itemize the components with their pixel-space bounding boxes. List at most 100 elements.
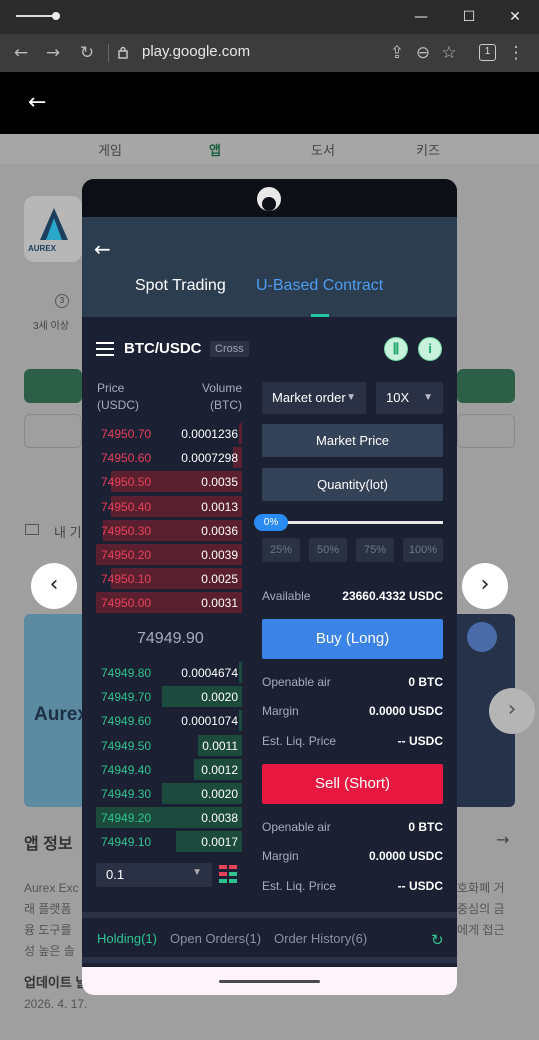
sell-short-button[interactable]: Sell (Short)	[262, 764, 443, 804]
ask-volume: 0.0035	[201, 475, 238, 490]
long-margin-label: Margin	[262, 704, 299, 718]
price-field[interactable]: Market Price	[262, 424, 443, 457]
secondary-button-edge-right[interactable]	[457, 414, 515, 448]
quick-75-button[interactable]: 75%	[356, 538, 394, 562]
bid-volume: 0.0001074	[181, 714, 238, 729]
order-type-select[interactable]: Market order ▼	[262, 382, 366, 414]
ask-row[interactable]: 74950.70 0.0001236	[96, 423, 242, 444]
hamburger-menu-icon[interactable]	[96, 342, 114, 356]
ask-row[interactable]: 74950.60 0.0007298	[96, 447, 242, 469]
bid-volume: 0.0017	[201, 835, 238, 850]
logo-inner	[262, 197, 276, 211]
store-tab-apps[interactable]: 앱	[209, 140, 221, 159]
quick-50-button[interactable]: 50%	[309, 538, 347, 562]
bid-volume: 0.0020	[201, 690, 238, 705]
tab-u-based-contract[interactable]: U-Based Contract	[256, 277, 383, 295]
window-slider-track[interactable]	[16, 15, 56, 17]
tab-open-orders[interactable]: Open Orders(1)	[170, 931, 261, 946]
ask-row[interactable]: 74950.20 0.0039	[96, 544, 242, 565]
quantity-slider-handle[interactable]: 0%	[254, 514, 288, 531]
maximize-icon[interactable]: ☐	[457, 6, 481, 28]
last-price: 74949.90	[137, 630, 204, 647]
zoom-icon[interactable]: ⊖	[410, 40, 436, 66]
tab-holding[interactable]: Holding(1)	[97, 931, 157, 946]
close-icon[interactable]: ✕	[503, 6, 527, 28]
ask-row[interactable]: 74950.30 0.0036	[96, 519, 242, 541]
tab-count-badge[interactable]: 1	[479, 44, 496, 61]
short-liq-value: -- USDC	[397, 879, 443, 893]
tab-order-history[interactable]: Order History(6)	[274, 931, 367, 946]
app-info-heading[interactable]: 앱 정보	[24, 830, 73, 854]
carousel-prev-button[interactable]: ‹	[31, 563, 77, 609]
refresh-icon[interactable]: ↻	[431, 931, 444, 949]
bid-price: 74949.40	[101, 762, 152, 777]
bid-row[interactable]: 74949.30 0.0020	[96, 783, 242, 804]
price-step-select[interactable]: 0.1 ▼	[96, 863, 212, 887]
leverage-value: 10X	[386, 390, 410, 405]
short-margin-value: 0.0000 USDC	[368, 849, 443, 863]
short-openable-label: Openable air	[262, 820, 331, 834]
volume-header: Volume (BTC)	[201, 381, 242, 412]
long-margin-value: 0.0000 USDC	[368, 704, 443, 718]
back-arrow-icon[interactable]: ←	[8, 40, 34, 66]
carousel-next-button[interactable]: ›	[462, 563, 508, 609]
tab-spot-trading[interactable]: Spot Trading	[135, 277, 226, 295]
bid-row[interactable]: 74949.70 0.0020	[96, 686, 242, 708]
bid-row[interactable]: 74949.40 0.0012	[96, 758, 242, 780]
quick-100-button[interactable]: 100%	[403, 538, 443, 562]
bid-row[interactable]: 74949.60 0.0001074	[96, 710, 242, 732]
store-tab-books[interactable]: 도서	[311, 140, 335, 159]
store-tab-games[interactable]: 게임	[98, 140, 122, 159]
ask-row[interactable]: 74950.10 0.0025	[96, 568, 242, 590]
install-button-edge[interactable]	[24, 369, 82, 403]
modal-header	[82, 179, 457, 217]
orderbook-layout-icon[interactable]	[219, 865, 237, 883]
window-slider-knob[interactable]	[52, 12, 60, 20]
available-value: 23660.4332 USDC	[342, 589, 443, 603]
store-back-arrow-icon[interactable]: ←	[28, 90, 46, 115]
bid-price: 74949.70	[101, 690, 152, 705]
screenshot-scroll-button[interactable]: ›	[489, 688, 535, 734]
app-logo: AUREX	[24, 196, 82, 262]
secondary-button-edge[interactable]	[24, 414, 82, 448]
reload-icon[interactable]: ↻	[74, 40, 100, 66]
bid-row[interactable]: 74949.20 0.0038	[96, 807, 242, 829]
gesture-handle[interactable]	[219, 980, 320, 983]
ask-row[interactable]: 74950.40 0.0013	[96, 495, 242, 517]
forward-arrow-icon[interactable]: →	[40, 40, 66, 66]
trading-pair[interactable]: BTC/USDC	[124, 340, 202, 357]
info-icon[interactable]: i	[418, 337, 442, 361]
screenshot-card-right-logo	[467, 622, 497, 652]
ask-row[interactable]: 74950.50 0.0035	[96, 471, 242, 493]
screenshot-card-left[interactable]: Aurex	[24, 614, 88, 807]
quantity-field[interactable]: Quantity(lot)	[262, 468, 443, 501]
device-icon	[25, 524, 39, 535]
quantity-slider-track[interactable]	[262, 521, 443, 524]
leverage-select[interactable]: 10X ▼	[376, 382, 443, 414]
app-info-arrow-icon[interactable]: →	[496, 830, 509, 849]
window-titlebar: — ☐ ✕	[0, 0, 539, 34]
minimize-icon[interactable]: —	[409, 6, 433, 28]
quick-25-button[interactable]: 25%	[262, 538, 300, 562]
share-icon[interactable]: ⇪	[384, 40, 410, 66]
store-tab-kids[interactable]: 키즈	[416, 140, 440, 159]
bid-row[interactable]: 74949.10 0.0017	[96, 831, 242, 853]
menu-dots-icon[interactable]: ⋮	[503, 40, 529, 66]
ask-price: 74950.10	[101, 572, 152, 587]
install-button-edge-right[interactable]	[457, 369, 515, 403]
url-text[interactable]: play.google.com	[142, 43, 250, 60]
candlestick-chart-icon[interactable]: ⫼	[384, 337, 408, 361]
bid-row[interactable]: 74949.50 0.0011	[96, 734, 242, 756]
bid-volume: 0.0038	[201, 811, 238, 826]
buy-long-button[interactable]: Buy (Long)	[262, 619, 443, 659]
margin-mode-badge[interactable]: Cross	[210, 341, 249, 357]
short-margin-label: Margin	[262, 849, 299, 863]
ask-volume: 0.0031	[201, 596, 238, 611]
ask-price: 74950.70	[101, 427, 152, 441]
modal-back-arrow-icon[interactable]: ←	[94, 237, 111, 261]
bid-row[interactable]: 74949.80 0.0004674	[96, 662, 242, 683]
ask-row[interactable]: 74950.00 0.0031	[96, 592, 242, 614]
ask-depth-bar	[239, 423, 242, 444]
bookmark-star-icon[interactable]: ☆	[436, 40, 462, 66]
bid-depth-bar	[239, 710, 242, 732]
